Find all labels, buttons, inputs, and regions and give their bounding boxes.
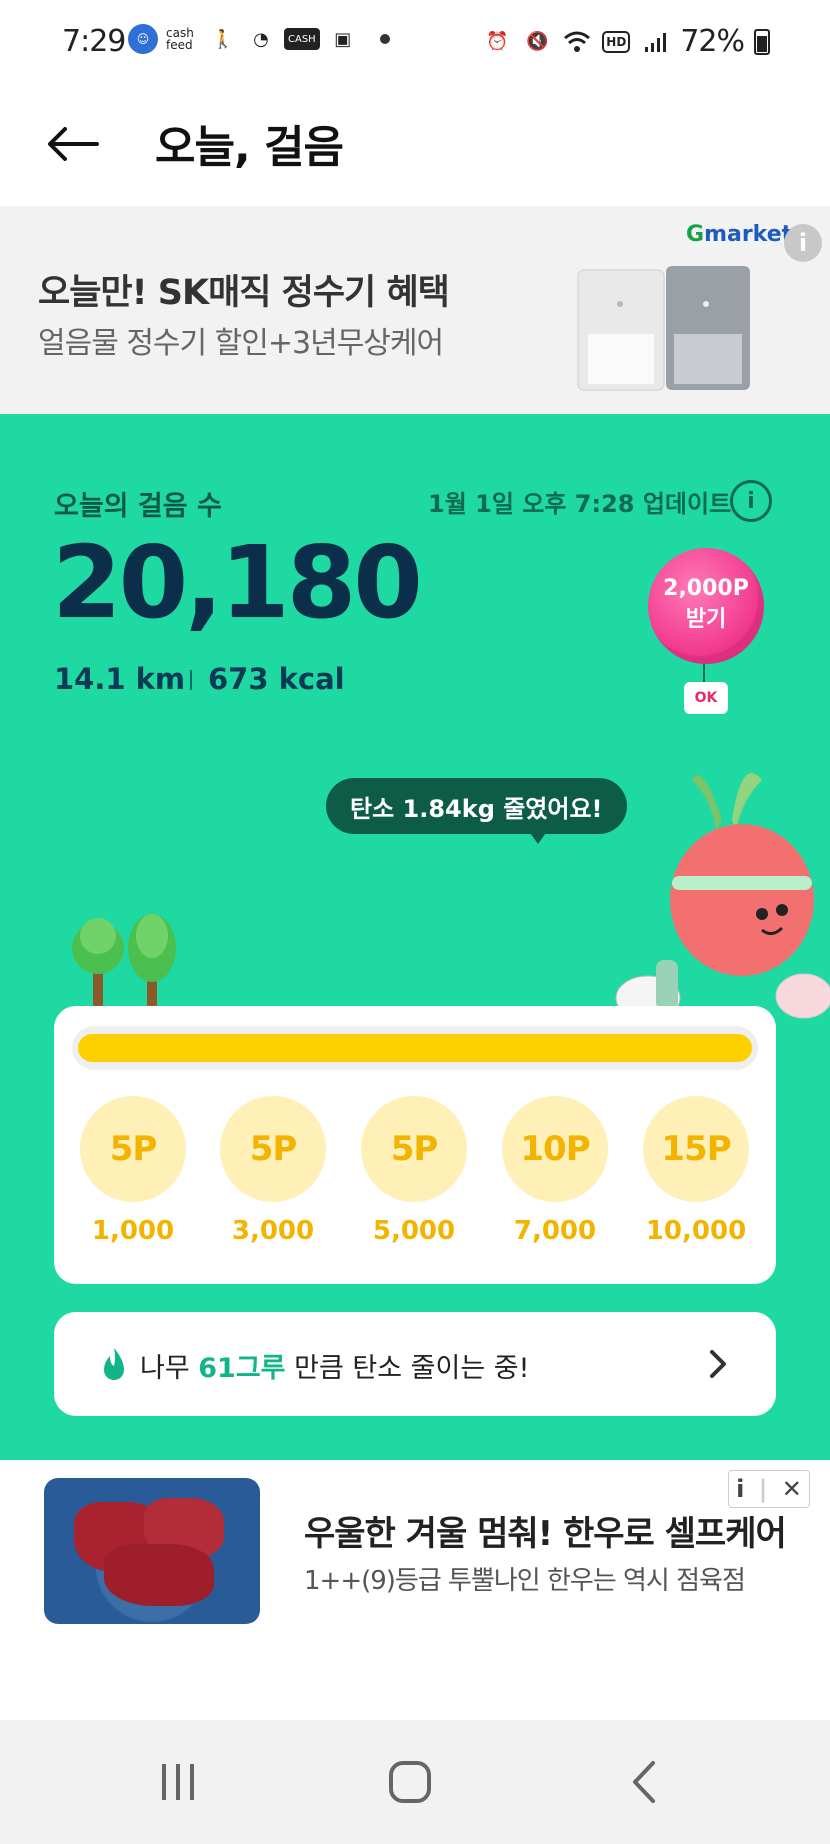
reward-milestone[interactable]: 5P 5,000 [359,1096,469,1246]
home-button[interactable] [370,1752,450,1812]
system-status: ⏰ 🔇 HD 72% [482,24,770,59]
reward-steps: 1,000 [91,1216,175,1246]
update-timestamp: 1월 1일 오후 7:28 업데이트 [428,490,732,518]
ad-controls-divider: | [758,1475,768,1503]
back-nav-button[interactable] [604,1752,684,1812]
reward-milestone[interactable]: 5P 1,000 [78,1096,188,1246]
step-tracker-panel: 오늘의 걸음 수 1월 1일 오후 7:28 업데이트 i 20,180 14.… [0,414,830,1460]
cashfeed-label: cash feed [166,26,194,52]
carbon-speech-bubble: 탄소 1.84kg 줄였어요! [326,778,627,834]
app-header: 오늘, 걸음 [0,84,830,206]
notification-icons: ☺ cash feed 🚶 ◔ CASH ▣ [128,24,390,54]
step-count: 20,180 [52,524,423,641]
recent-apps-icon [162,1764,194,1800]
ad-info-icon[interactable]: i [784,224,822,262]
ad-bottom-title: 우울한 겨울 멈춰! 한우로 셀프케어 [304,1514,787,1554]
chevron-right-icon [710,1350,726,1378]
cashfeed-app-icon: ☺ [128,24,158,54]
step-rewards-card: 5P 1,000 5P 3,000 5P 5,000 10P 7,000 15P… [54,1006,776,1284]
carbon-text: 나무 61그루 만큼 탄소 줄이는 중! [140,1346,529,1385]
walking-icon: 🚶 [211,28,235,50]
reward-steps: 10,000 [645,1216,747,1246]
ad-controls: i | ✕ [728,1470,810,1508]
gmarket-logo: Gmarket [686,222,793,247]
reward-steps: 5,000 [372,1216,456,1246]
step-progress-bar [72,1026,758,1070]
reward-milestone[interactable]: 10P 7,000 [500,1096,610,1246]
reward-points: 5P [220,1096,326,1202]
ad-subtitle: 얼음물 정수기 할인+3년무상케어 [38,326,444,361]
balloon-amount: 2,000P [663,576,749,601]
hd-icon: HD [602,30,631,53]
back-arrow-icon [48,127,99,161]
cash-badge-icon: CASH [284,28,320,50]
recent-apps-button[interactable] [138,1752,218,1812]
alarm-icon: ⏰ [486,31,509,52]
more-notifications-dot [379,34,390,44]
reward-steps: 7,000 [513,1216,597,1246]
status-bar: 7:29 ☺ cash feed 🚶 ◔ CASH ▣ ⏰ 🔇 HD 72% [0,0,830,84]
system-nav-bar [0,1720,830,1844]
ad-bottom-subtitle: 1++(9)등급 투뿔나인 한우는 역시 점육점 [304,1566,746,1596]
mute-icon: 🔇 [526,31,549,52]
flame-icon [104,1348,124,1380]
carbon-reduction-card[interactable]: 나무 61그루 만큼 탄소 줄이는 중! [54,1312,776,1416]
ad-title: 오늘만! SK매직 정수기 혜택 [38,273,450,313]
tree-icon [72,918,124,1008]
step-progress-fill [78,1034,752,1062]
home-icon [389,1761,431,1803]
tree-count: 61그루 [198,1353,286,1384]
water-purifier-image [577,266,750,391]
balloon-action: 받기 [685,607,727,632]
reward-milestone[interactable]: 5P 3,000 [218,1096,328,1246]
reward-points: 15P [643,1096,749,1202]
speed-icon: ◔ [253,28,269,50]
steps-label: 오늘의 걸음 수 [54,491,222,522]
point-balloon-button[interactable]: 2,000P 받기 [648,548,764,664]
speech-bubble-tail [528,830,548,844]
reward-steps: 3,000 [231,1216,315,1246]
ad-info-icon[interactable]: i [736,1475,744,1503]
reward-points: 10P [502,1096,608,1202]
reward-milestones: 5P 1,000 5P 3,000 5P 5,000 10P 7,000 15P… [54,1096,776,1266]
reward-points: 5P [80,1096,186,1202]
reward-points: 5P [361,1096,467,1202]
page-title: 오늘, 걸음 [155,122,344,173]
battery-percent: 72% [680,24,745,59]
okcashbag-icon: OK [684,682,728,714]
carbon-prefix: 나무 [140,1353,199,1384]
carbon-suffix: 만큼 탄소 줄이는 중! [285,1353,530,1384]
radish-mascot-image [615,773,830,1021]
ad-close-icon[interactable]: ✕ [782,1475,802,1503]
top-ad-banner[interactable]: Gmarket i 오늘만! SK매직 정수기 혜택 얼음물 정수기 할인+3년… [0,206,830,414]
reward-milestone[interactable]: 15P 10,000 [641,1096,751,1246]
distance: 14.1 km [54,662,186,696]
back-chevron-icon [633,1761,655,1803]
calories: 673 kcal [208,662,345,696]
steps-info-icon[interactable]: i [730,480,772,522]
stat-divider [190,670,192,690]
battery-icon [754,28,770,55]
signal-icon [640,27,670,57]
bottom-ad-banner[interactable]: 우울한 겨울 멈춰! 한우로 셀프케어 1++(9)등급 투뿔나인 한우는 역시… [0,1460,830,1720]
tree-icon [128,914,176,1008]
status-time: 7:29 [62,24,126,59]
image-icon: ▣ [334,28,352,50]
beef-image [44,1478,260,1624]
wifi-icon [562,27,592,57]
back-button[interactable] [38,114,108,174]
